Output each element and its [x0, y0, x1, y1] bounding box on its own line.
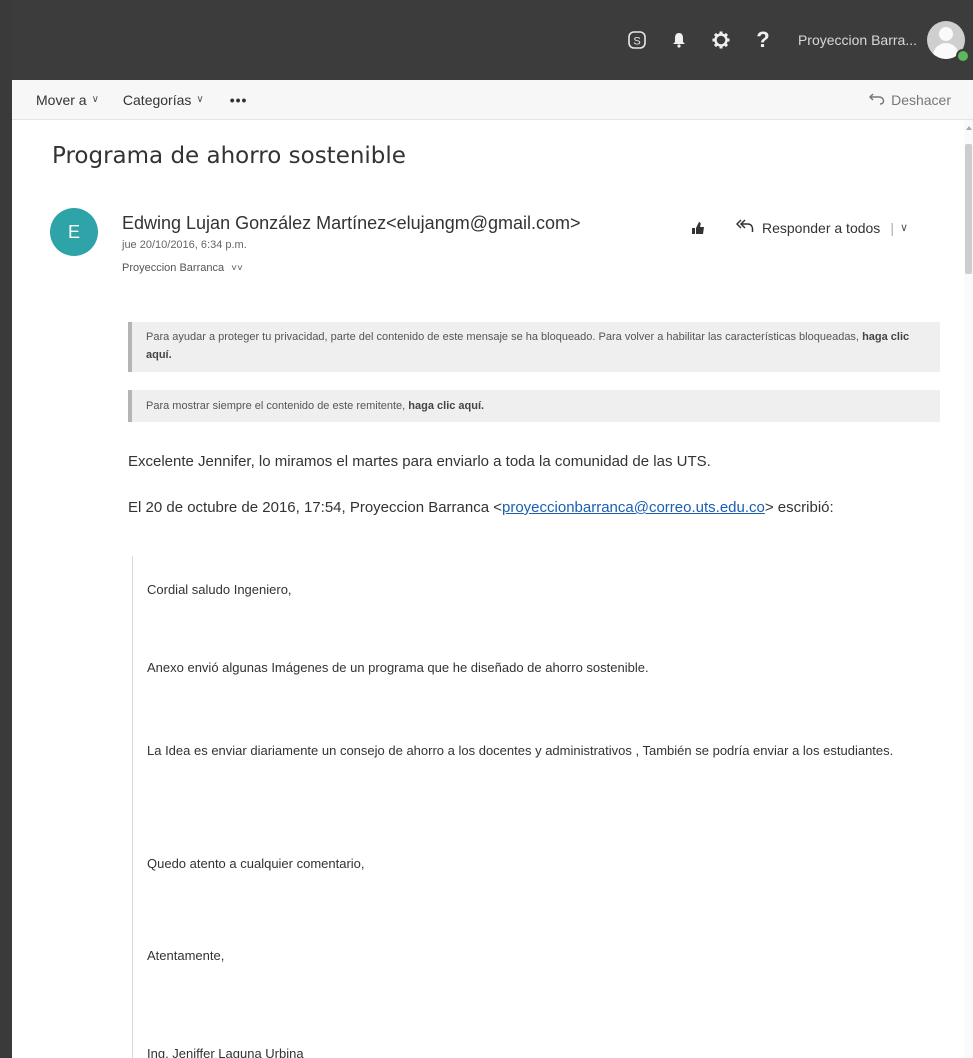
trust-sender-notice: Para mostrar siempre el contenido de est… [128, 390, 940, 422]
recipient[interactable]: Proyeccion Barranca ˅˅ [122, 262, 243, 274]
sender-avatar[interactable]: E [50, 208, 98, 256]
quote-header-text: El 20 de octubre de 2016, 17:54, Proyecc… [128, 499, 502, 516]
message-body-line: Excelente Jennifer, lo miramos el martes… [128, 453, 711, 470]
quote-header: El 20 de octubre de 2016, 17:54, Proyecc… [128, 498, 918, 518]
expand-recipients-icon[interactable]: ˅˅ [231, 263, 243, 274]
account-name[interactable]: Proyeccion Barra... [798, 32, 917, 48]
email-link[interactable]: proyeccionbarranca@correo.uts.edu.co [502, 499, 765, 516]
quote-line: Quedo atento a cualquier comentario, [147, 856, 365, 871]
window-edge [0, 0, 12, 1058]
command-bar: Mover a ∨ Categorías ∨ ••• Deshacer [12, 80, 973, 120]
divider: | [890, 219, 894, 236]
quoted-message: Cordial saludo Ingeniero, Anexo envió al… [132, 556, 952, 1058]
gear-icon[interactable] [706, 25, 736, 55]
blocked-content-notice: Para ayudar a proteger tu privacidad, pa… [128, 322, 940, 372]
trust-sender-text: Para mostrar siempre el contenido de est… [146, 400, 409, 412]
scroll-up-arrow-icon[interactable] [966, 126, 972, 130]
undo-button[interactable]: Deshacer [869, 91, 951, 108]
quote-greeting: Cordial saludo Ingeniero, [147, 582, 292, 597]
like-icon[interactable] [690, 220, 706, 236]
help-icon[interactable]: ? [748, 25, 778, 55]
help-glyph: ? [756, 27, 770, 52]
undo-label: Deshacer [891, 91, 951, 108]
reply-all-button[interactable]: Responder a todos [735, 218, 881, 237]
chevron-down-icon[interactable]: ∨ [900, 221, 908, 234]
presence-status-icon [956, 49, 970, 63]
message-actions: Responder a todos | ∨ [690, 218, 908, 237]
reply-all-icon [735, 218, 754, 237]
bell-icon[interactable] [664, 25, 694, 55]
reply-all-label: Responder a todos [762, 219, 881, 236]
categories-button[interactable]: Categorías ∨ [123, 92, 204, 108]
undo-icon [869, 91, 885, 108]
chevron-down-icon: ∨ [91, 94, 99, 105]
blocked-content-text: Para ayudar a proteger tu privacidad, pa… [146, 331, 863, 343]
categories-label: Categorías [122, 91, 192, 108]
scroll-thumb[interactable] [965, 144, 972, 274]
move-to-button[interactable]: Mover a ∨ [36, 92, 99, 108]
svg-text:S: S [633, 36, 640, 48]
quote-header-suffix: > escribió: [764, 499, 834, 516]
quote-signature: Ing, Jeniffer Laguna Urbina [147, 1046, 304, 1058]
message-subject: Programa de ahorro sostenible [52, 143, 406, 169]
quote-closing: Atentamente, [147, 948, 225, 963]
recipient-name: Proyeccion Barranca [122, 262, 225, 274]
move-to-label: Mover a [36, 91, 87, 108]
skype-icon[interactable]: S [622, 25, 652, 55]
message-date: jue 20/10/2016, 6:34 p.m. [122, 239, 247, 251]
top-bar: S ? Proyeccion Barra... [12, 0, 973, 80]
more-actions-button[interactable]: ••• [230, 92, 248, 108]
sender-name[interactable]: Edwing Lujan González Martínez<elujangm@… [122, 213, 581, 234]
scrollbar[interactable] [964, 120, 973, 1058]
quote-line: Anexo envió algunas Imágenes de un progr… [147, 660, 649, 675]
trust-sender-link[interactable]: haga clic aquí. [408, 400, 484, 412]
chevron-down-icon: ∨ [196, 94, 204, 105]
quote-line: La Idea es enviar diariamente un consejo… [147, 743, 894, 758]
